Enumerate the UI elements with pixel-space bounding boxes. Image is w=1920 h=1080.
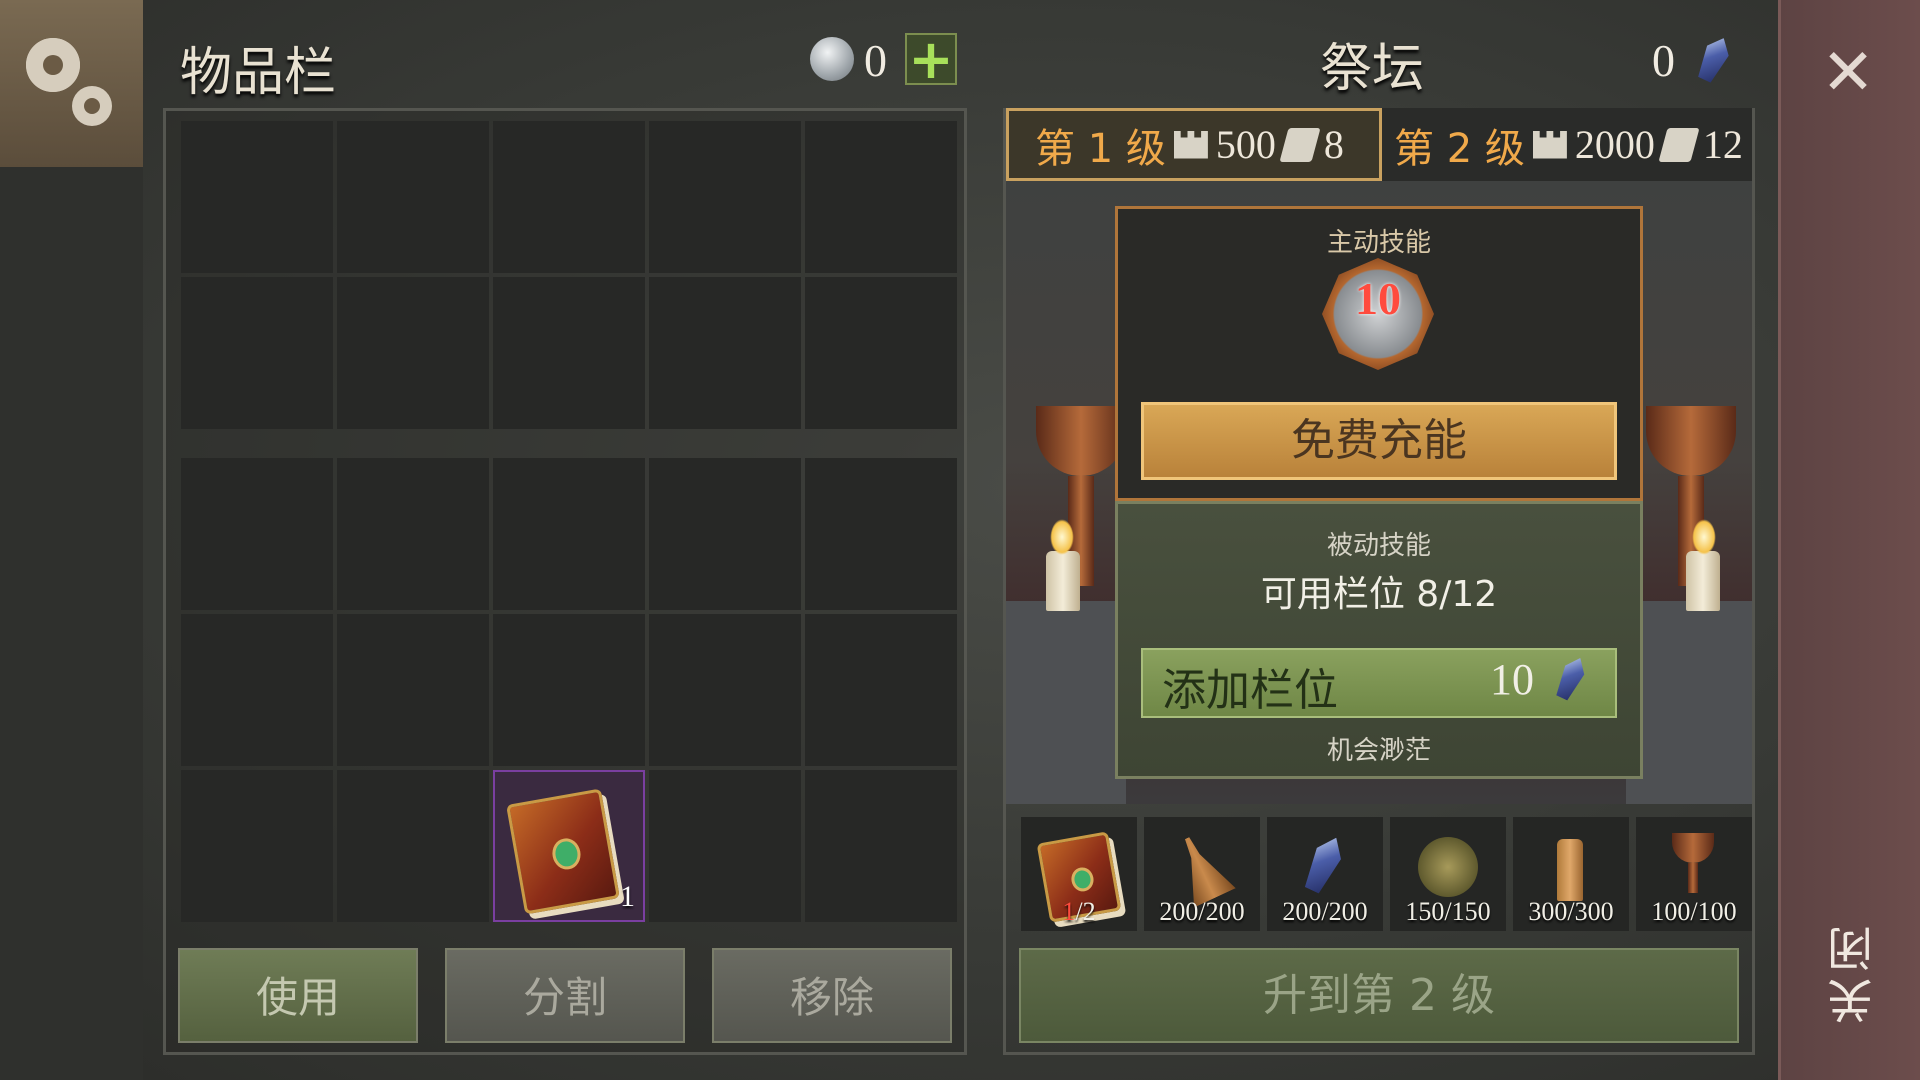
inventory-slot[interactable]	[337, 458, 489, 610]
inventory-slot-book[interactable]: 1	[493, 770, 645, 922]
close-icon[interactable]: ✕	[1820, 41, 1876, 105]
crystal-icon	[1295, 830, 1354, 899]
inventory-slot[interactable]	[649, 458, 801, 610]
candle-right-icon	[1686, 551, 1720, 611]
stone-pedestal-left	[1006, 601, 1126, 804]
inventory-slot[interactable]	[337, 614, 489, 766]
requirement-value: 300/300	[1528, 897, 1614, 926]
requirement-value: 200/200	[1282, 897, 1368, 926]
use-button[interactable]: 使用	[178, 948, 418, 1043]
close-label[interactable]: 关闭	[1820, 920, 1880, 1024]
inventory-slot[interactable]	[337, 121, 489, 273]
crystal-icon	[1689, 31, 1739, 87]
castle-requirement: 500	[1215, 122, 1276, 167]
scroll-icon	[1658, 127, 1700, 162]
silver-count: 0	[864, 35, 887, 86]
inventory-slot[interactable]	[493, 458, 645, 610]
inventory-slot[interactable]	[181, 121, 333, 273]
left-strip	[0, 167, 143, 1080]
goblet-icon	[1672, 833, 1714, 863]
book-icon	[506, 788, 620, 915]
goblet-stem	[1688, 863, 1698, 893]
flame-icon	[1692, 519, 1716, 555]
requirement-value: 1/2	[1062, 897, 1096, 926]
settings-tab[interactable]	[0, 0, 143, 167]
tab-level-1[interactable]: 第 1 级 500 8	[1006, 108, 1382, 181]
tab-level-label: 第 2 级	[1394, 125, 1525, 172]
flame-icon	[1050, 519, 1074, 555]
stone-pedestal-right	[1626, 601, 1752, 804]
goblet-left-icon	[1036, 406, 1126, 476]
add-slot-cost[interactable]: 10	[1490, 654, 1534, 705]
requirement-bell[interactable]: 200/200	[1144, 817, 1260, 931]
split-button[interactable]: 分割	[445, 948, 685, 1043]
add-slot-label[interactable]: 添加栏位	[1162, 654, 1338, 718]
level-tabs: 第 1 级 500 8 第 2 级 2000 12	[1006, 108, 1752, 181]
goblet-right-icon	[1646, 406, 1736, 476]
inventory-title: 物品栏	[180, 43, 337, 103]
altar-title: 祭坛	[1320, 39, 1425, 99]
requirement-value: 200/200	[1159, 897, 1245, 926]
inventory-grid-top	[181, 121, 957, 429]
requirement-value: 100/100	[1651, 897, 1737, 926]
tab-level-2[interactable]: 第 2 级 2000 12	[1386, 108, 1760, 181]
scroll-icon	[1279, 127, 1321, 162]
requirement-book[interactable]: 1/2	[1021, 817, 1137, 931]
crystal-count: 0	[1652, 35, 1675, 86]
upgrade-button[interactable]: 升到第 2 级	[1019, 948, 1739, 1043]
inventory-slot[interactable]	[493, 121, 645, 273]
inventory-slot[interactable]	[805, 614, 957, 766]
castle-icon	[1173, 130, 1208, 159]
inventory-slot[interactable]	[805, 277, 957, 429]
tab-level-label: 第 1 级	[1035, 125, 1166, 172]
candle-left-icon	[1046, 551, 1080, 611]
inventory-grid-bottom: 1	[181, 458, 957, 922]
inventory-slot[interactable]	[805, 121, 957, 273]
gear-icon[interactable]	[26, 38, 80, 92]
requirement-herb[interactable]: 150/150	[1390, 817, 1506, 931]
inventory-slot[interactable]	[181, 770, 333, 922]
castle-icon	[1532, 130, 1567, 159]
inventory-slot[interactable]	[337, 277, 489, 429]
gear-small-icon	[72, 86, 112, 126]
scroll-requirement: 12	[1702, 122, 1743, 167]
requirement-value: 150/150	[1405, 897, 1491, 926]
inventory-slot[interactable]	[493, 277, 645, 429]
free-charge-button[interactable]: 免费充能	[1141, 402, 1617, 480]
available-slots: 可用栏位 8/12	[1260, 574, 1498, 615]
inventory-slot[interactable]	[181, 277, 333, 429]
inventory-slot[interactable]	[805, 458, 957, 610]
remove-button[interactable]: 移除	[712, 948, 952, 1043]
herb-ball-icon	[1418, 837, 1478, 897]
chance-label: 机会渺茫	[1326, 736, 1431, 766]
close-panel[interactable]	[1778, 0, 1920, 1080]
inventory-slot[interactable]	[649, 770, 801, 922]
inventory-slot[interactable]	[181, 614, 333, 766]
add-currency-button[interactable]: +	[905, 33, 957, 87]
castle-requirement: 2000	[1574, 122, 1655, 167]
requirement-goblet[interactable]: 100/100	[1636, 817, 1752, 931]
inventory-slot[interactable]	[649, 277, 801, 429]
requirement-crystal[interactable]: 200/200	[1267, 817, 1383, 931]
inventory-slot[interactable]	[649, 614, 801, 766]
inventory-slot[interactable]	[181, 458, 333, 610]
inventory-slot[interactable]	[493, 614, 645, 766]
inventory-slot[interactable]	[649, 121, 801, 273]
bell-icon	[1166, 828, 1236, 907]
candle-icon	[1557, 839, 1583, 901]
inventory-slot[interactable]	[337, 770, 489, 922]
silver-coin-icon	[810, 37, 854, 81]
inventory-slot[interactable]	[805, 770, 957, 922]
requirement-candle[interactable]: 300/300	[1513, 817, 1629, 931]
item-quantity: 1	[620, 880, 635, 913]
scroll-requirement: 8	[1323, 122, 1344, 167]
skill-level: 10	[1355, 273, 1401, 324]
passive-skill-label: 被动技能	[1326, 531, 1431, 561]
active-skill-label: 主动技能	[1326, 228, 1431, 258]
